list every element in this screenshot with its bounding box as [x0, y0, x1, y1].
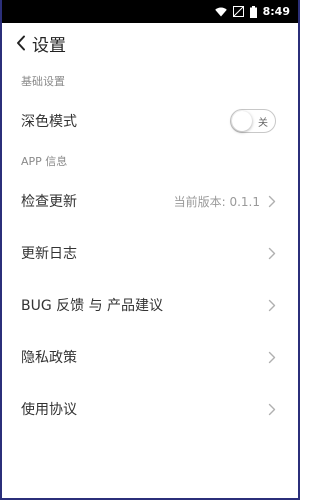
- row-label: 隐私政策: [21, 350, 77, 366]
- row-label: 使用协议: [21, 402, 77, 418]
- row-label: 检查更新: [21, 194, 77, 210]
- section-header-app: APP 信息: [21, 155, 68, 168]
- settings-screen: 8:49 设置 基础设置 深色模式 关 APP 信息 检查更新 当前版本: 0.…: [0, 0, 300, 500]
- chevron-right-icon: [268, 403, 276, 416]
- battery-icon: [249, 5, 257, 18]
- row-changelog[interactable]: 更新日志: [2, 227, 298, 279]
- title-bar: 设置: [2, 23, 298, 63]
- row-right: 当前版本: 0.1.1: [174, 193, 276, 210]
- row-check-update[interactable]: 检查更新 当前版本: 0.1.1: [2, 175, 298, 227]
- dark-mode-toggle[interactable]: 关: [230, 109, 276, 133]
- current-version: 当前版本: 0.1.1: [173, 194, 260, 209]
- no-signal-icon: [232, 6, 244, 17]
- status-time: 8:49: [262, 5, 290, 18]
- toggle-state-label: 关: [258, 117, 268, 129]
- toggle-knob: [232, 111, 252, 131]
- chevron-right-icon: [268, 351, 276, 364]
- chevron-right-icon: [268, 247, 276, 260]
- chevron-left-icon[interactable]: [14, 33, 28, 53]
- page-title: 设置: [32, 35, 66, 56]
- row-privacy-policy[interactable]: 隐私政策: [2, 331, 298, 383]
- chevron-right-icon: [268, 195, 276, 208]
- status-bar: 8:49: [2, 0, 298, 23]
- row-terms-of-use[interactable]: 使用协议: [2, 383, 298, 435]
- row-label: BUG 反馈 与 产品建议: [21, 298, 164, 314]
- wifi-icon: [214, 7, 227, 17]
- row-label: 深色模式: [21, 114, 77, 130]
- row-label: 更新日志: [21, 246, 77, 262]
- chevron-right-icon: [268, 299, 276, 312]
- section-header-basic: 基础设置: [21, 75, 65, 88]
- row-feedback[interactable]: BUG 反馈 与 产品建议: [2, 279, 298, 331]
- row-dark-mode[interactable]: 深色模式 关: [2, 95, 298, 147]
